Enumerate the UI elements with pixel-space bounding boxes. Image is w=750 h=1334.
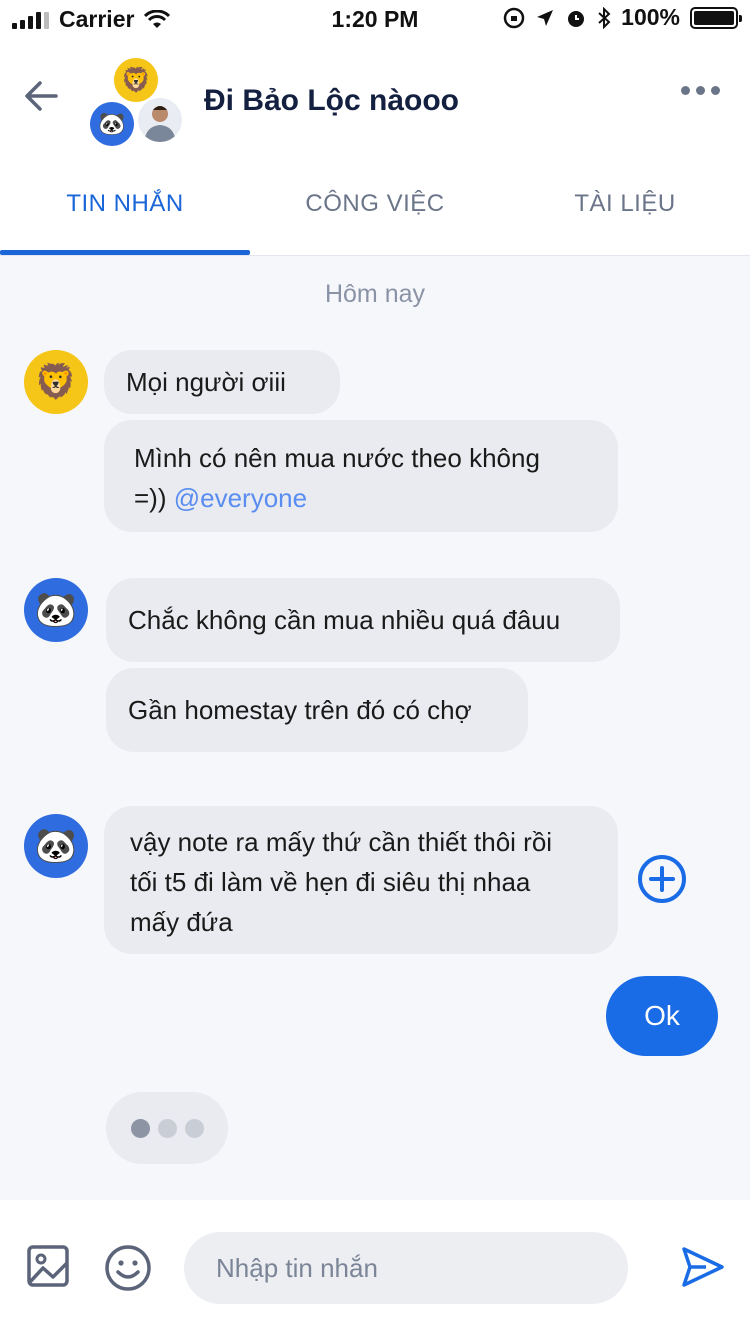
message-text: Gần homestay trên đó có chợ <box>128 695 472 725</box>
panda-avatar-icon: 🐼 <box>90 102 134 146</box>
typing-indicator <box>106 1092 228 1164</box>
battery-icon <box>690 6 742 29</box>
battery-level <box>694 10 734 25</box>
more-horizontal-icon <box>681 86 690 95</box>
more-options-button[interactable] <box>681 86 720 95</box>
date-separator: Hôm nay <box>324 280 426 308</box>
outgoing-message-bubble[interactable]: Ok <box>606 976 718 1056</box>
lion-avatar-icon[interactable]: 🦁 <box>24 350 88 414</box>
status-bar: Carrier 1:20 PM 100% <box>0 0 750 38</box>
tab-bar: TIN NHẮN CÔNG VIỆC TÀI LIỆU <box>0 160 750 256</box>
group-avatar-stack[interactable]: 🦁 🐼 <box>88 56 184 146</box>
orientation-lock-icon <box>503 7 525 28</box>
tab-messages[interactable]: TIN NHẮN <box>0 190 250 218</box>
bluetooth-icon <box>598 6 611 29</box>
battery-percent: 100% <box>621 4 680 30</box>
message-text: Chắc không cần mua nhiều quá đâuu <box>128 605 561 635</box>
image-icon <box>27 1245 69 1287</box>
lion-avatar-icon: 🦁 <box>114 58 158 102</box>
chat-header: 🦁 🐼 Đi Bảo Lộc nàooo <box>0 38 750 160</box>
message-text: Mọi người ơiii <box>126 367 286 397</box>
typing-dot <box>184 1118 204 1138</box>
message-text: Mình có nên mua nước theo không <box>134 443 540 473</box>
panda-avatar-icon[interactable]: 🐼 <box>24 578 88 642</box>
message-line: vậy note ra mấy thứ cần thiết thôi rồi <box>130 827 553 857</box>
message-composer <box>0 1200 750 1334</box>
tab-tasks[interactable]: CÔNG VIỆC <box>250 190 500 218</box>
message-input[interactable] <box>184 1232 628 1304</box>
message-bubble[interactable]: vậy note ra mấy thứ cần thiết thôi rồi t… <box>104 806 618 954</box>
message-line: tối t5 đi làm về hẹn đi siêu thị nhaa <box>130 867 531 897</box>
plus-circle-icon <box>638 855 686 903</box>
person-photo-icon <box>144 106 176 142</box>
active-tab-indicator <box>0 250 250 255</box>
location-icon <box>537 9 554 26</box>
tab-documents[interactable]: TÀI LIỆU <box>500 190 750 218</box>
emoji-button[interactable] <box>104 1244 152 1292</box>
message-bubble[interactable]: Mọi người ơiii <box>104 350 340 414</box>
person-avatar <box>138 98 182 142</box>
mention-link[interactable]: @everyone <box>174 483 307 513</box>
emoji-smile-icon <box>105 1245 151 1291</box>
arrow-left-icon <box>25 81 58 111</box>
alarm-icon <box>568 10 585 27</box>
message-bubble[interactable]: Mình có nên mua nước theo không =)) @eve… <box>104 420 618 532</box>
message-bubble[interactable]: Chắc không cần mua nhiều quá đâuu <box>106 578 620 662</box>
panda-avatar-icon[interactable]: 🐼 <box>24 814 88 878</box>
message-text-line-2: =)) @everyone <box>134 483 308 513</box>
typing-dot <box>130 1118 150 1138</box>
send-icon <box>682 1247 724 1287</box>
back-button[interactable] <box>18 72 66 120</box>
status-right: 100% <box>503 4 742 31</box>
attach-image-button[interactable] <box>26 1244 74 1292</box>
add-reaction-button[interactable] <box>636 853 688 905</box>
page-title: Đi Bảo Lộc nàooo <box>204 84 459 117</box>
typing-dot <box>157 1118 177 1138</box>
message-text: Ok <box>644 1000 680 1031</box>
send-button[interactable] <box>680 1244 728 1292</box>
message-bubble[interactable]: Gần homestay trên đó có chợ <box>106 668 528 752</box>
message-line: mấy đứa <box>130 907 233 937</box>
